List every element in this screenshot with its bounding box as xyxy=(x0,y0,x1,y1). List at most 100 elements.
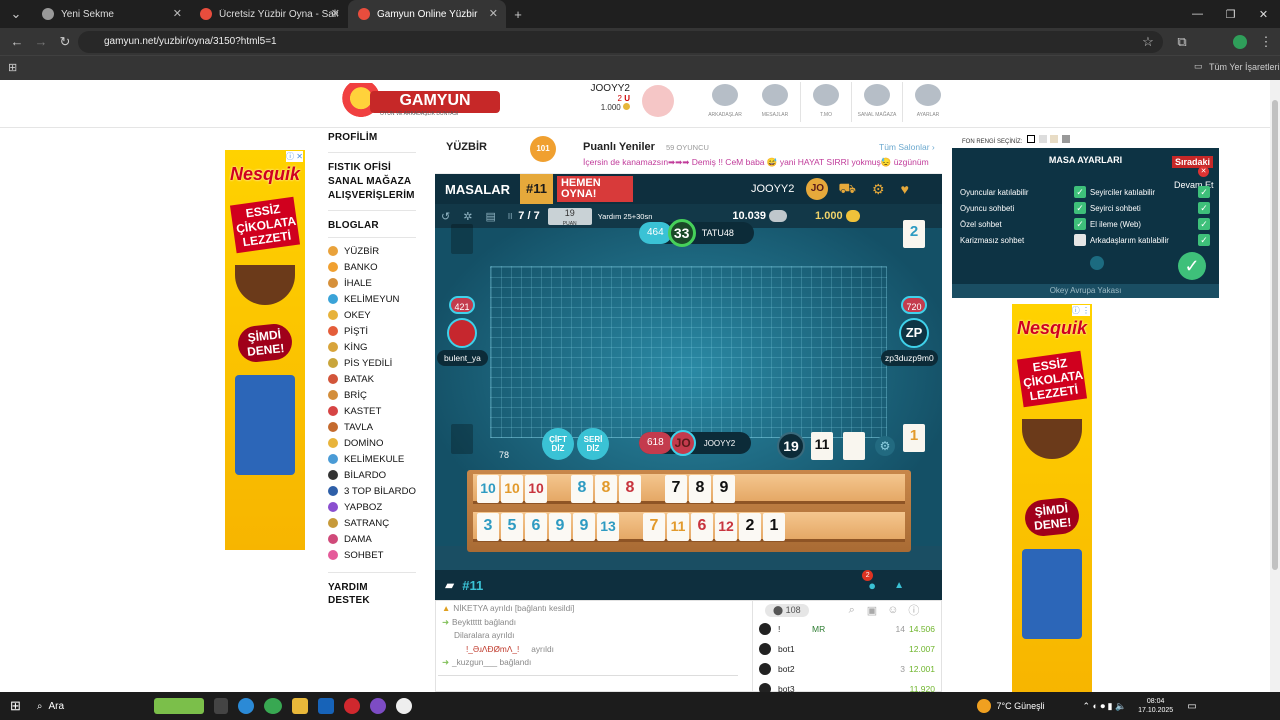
checkbox-checked-icon[interactable]: ✓ xyxy=(1074,202,1086,214)
search-icon[interactable]: ⌕ xyxy=(37,701,43,712)
game-link[interactable]: BANKO xyxy=(328,259,416,275)
tab-gamyun[interactable]: Gamyun Online Yüzbir ✕ xyxy=(348,0,506,28)
rack-tile[interactable]: 5 xyxy=(501,513,523,541)
player-row[interactable]: bot3 11.920 xyxy=(753,679,941,692)
nav-friends[interactable]: ARKADAŞLAR xyxy=(700,82,750,122)
game-link[interactable]: DOMİNO xyxy=(328,435,416,451)
all-bookmarks-link[interactable]: Tüm Yer İşaretleri xyxy=(1209,62,1280,72)
notification-icon[interactable]: ▭ xyxy=(1187,701,1196,712)
reload-icon[interactable]: ↻ xyxy=(53,30,77,54)
seri-diz-button[interactable]: SERİ DİZ xyxy=(577,428,609,460)
rack-tile[interactable]: 10 xyxy=(477,475,499,503)
setting-option[interactable]: Seyirciler katılabilir ✓ xyxy=(1090,186,1210,198)
rack-tile[interactable]: 6 xyxy=(525,513,547,541)
rack-tile[interactable]: 9 xyxy=(549,513,571,541)
game-link[interactable]: PİŞTİ xyxy=(328,323,416,339)
rack-tile[interactable]: 6 xyxy=(691,513,713,541)
checkbox-checked-icon[interactable]: ✓ xyxy=(1074,186,1086,198)
nav-messages[interactable]: MESAJLAR xyxy=(750,82,800,122)
my-discard-tile[interactable]: 1 xyxy=(903,424,925,452)
close-tab-icon[interactable]: ✕ xyxy=(489,7,498,20)
windows-start-icon[interactable]: ⊞ xyxy=(10,698,21,714)
game-link[interactable]: BATAK xyxy=(328,371,416,387)
game-link[interactable]: BRİÇ xyxy=(328,387,416,403)
tab-salon[interactable]: Ücretsiz Yüzbir Oyna - Salon Li...✕ xyxy=(190,0,348,28)
rack-tile[interactable]: 7 xyxy=(643,513,665,541)
setting-option[interactable]: Karizmasız sohbet xyxy=(960,234,1086,246)
game-link[interactable]: YAPBOZ xyxy=(328,499,416,515)
widget-icon[interactable] xyxy=(153,698,204,714)
color-swatch-light[interactable] xyxy=(1038,135,1047,143)
nav-tmo[interactable]: T.MO xyxy=(801,82,851,122)
player-row[interactable]: bot2 3 12.001 xyxy=(753,659,941,679)
opera-icon[interactable] xyxy=(343,698,360,714)
scrollbar-thumb[interactable] xyxy=(1272,100,1278,570)
undo-icon[interactable]: ↺ xyxy=(441,210,450,223)
chrome-icon[interactable] xyxy=(263,698,282,714)
ad-info-icon[interactable]: ⓘ ✕ xyxy=(286,151,303,162)
setting-option[interactable]: Özel sohbet ✓ xyxy=(960,218,1086,230)
purchases-link[interactable]: ALIŞVERİŞLERİM xyxy=(328,190,416,201)
right-player-avatar[interactable]: ZP xyxy=(899,318,929,348)
back-icon[interactable]: ← xyxy=(5,30,29,54)
gear-icon[interactable]: ⚙ xyxy=(875,436,895,456)
game-link[interactable]: PİS YEDİLİ xyxy=(328,355,416,371)
ad-info-icon[interactable]: ⓘ ⋮ xyxy=(1071,305,1090,316)
game-link[interactable]: YÜZBİR xyxy=(328,243,416,259)
user-add-icon[interactable]: ☺ xyxy=(887,604,898,616)
rack-tile[interactable]: 2 xyxy=(739,513,761,541)
game-link[interactable]: DAMA xyxy=(328,531,416,547)
help-link[interactable]: YARDIM xyxy=(328,582,416,593)
support-link[interactable]: DESTEK xyxy=(328,595,416,606)
setting-option[interactable]: Arkadaşlarım katılabilir ✓ xyxy=(1090,234,1210,246)
nav-shop[interactable]: SANAL MAĞAZA xyxy=(852,82,902,122)
shop-link[interactable]: SANAL MAĞAZA xyxy=(328,176,416,187)
chatgpt-icon[interactable] xyxy=(395,698,412,714)
taskbar-search[interactable]: Ara xyxy=(49,701,149,712)
setting-option[interactable]: Oyuncular katılabilir ✓ xyxy=(960,186,1086,198)
rack-tile[interactable]: 8 xyxy=(689,475,711,503)
page-scrollbar[interactable] xyxy=(1270,80,1280,692)
left-player-avatar[interactable] xyxy=(447,318,477,348)
maximize-icon[interactable]: ❐ xyxy=(1214,0,1247,28)
play-now-button[interactable]: HEMEN OYNA! xyxy=(556,176,633,202)
top-discard-tile[interactable]: 2 xyxy=(903,220,925,248)
table-grid[interactable] xyxy=(490,266,887,438)
rack-tile[interactable]: 8 xyxy=(595,475,617,503)
game-link[interactable]: KASTET xyxy=(328,403,416,419)
player-badge[interactable]: JO xyxy=(806,178,829,200)
explorer-icon[interactable] xyxy=(291,698,308,714)
app-icon[interactable] xyxy=(369,698,386,714)
checkbox-checked-icon[interactable]: ✓ xyxy=(1198,202,1210,214)
rack-tile[interactable]: 13 xyxy=(597,513,619,541)
game-link[interactable]: OKEY xyxy=(328,307,416,323)
checkbox-checked-icon[interactable]: ✓ xyxy=(1198,234,1210,246)
rack-tile[interactable]: 1 xyxy=(763,513,785,541)
menu-icon[interactable]: ⋮ xyxy=(1254,30,1278,54)
collapse-icon[interactable]: ▲ xyxy=(894,580,904,591)
color-swatch-gray[interactable] xyxy=(1062,135,1071,143)
forward-icon[interactable]: → xyxy=(29,30,53,54)
rack-tile[interactable]: 8 xyxy=(619,475,641,503)
player-row[interactable]: bot1 12.007 xyxy=(753,639,941,659)
all-rooms-link[interactable]: Tüm Salonlar › xyxy=(879,142,935,152)
edge-icon[interactable] xyxy=(237,698,254,714)
player-row[interactable]: ! MR 14 14.506 xyxy=(753,619,941,639)
setting-option[interactable]: El ileme (Web) ✓ xyxy=(1090,218,1210,230)
clock[interactable]: 08:04 17.10.2025 xyxy=(1138,697,1173,715)
heart-icon[interactable]: ♥ xyxy=(901,181,909,197)
rack-tile[interactable]: 3 xyxy=(477,513,499,541)
clipboard-icon[interactable]: ▤ xyxy=(485,210,495,223)
chat-input[interactable] xyxy=(438,675,738,689)
bookmark-star-icon[interactable]: ☆ xyxy=(1136,30,1160,54)
rack-tile[interactable]: 10 xyxy=(525,475,547,503)
rack-tile[interactable]: 7 xyxy=(665,475,687,503)
color-swatch-beige[interactable] xyxy=(1050,135,1059,143)
settings-small-icon[interactable]: ✲ xyxy=(463,210,472,223)
right-ad[interactable]: ⓘ ⋮ Nesquik ESSİZ ÇİKOLATA LEZZETİ ŞİMDİ… xyxy=(1012,304,1092,692)
info-icon[interactable]: ⓘ xyxy=(908,602,919,618)
my-badge[interactable]: JO xyxy=(669,430,696,456)
left-ad[interactable]: ⓘ ✕ Nesquik ESSİZ ÇİKOLATA LEZZETİ ŞİMDİ… xyxy=(225,150,305,550)
rack-tile[interactable]: 9 xyxy=(713,475,735,503)
gear-icon[interactable] xyxy=(1090,256,1104,270)
